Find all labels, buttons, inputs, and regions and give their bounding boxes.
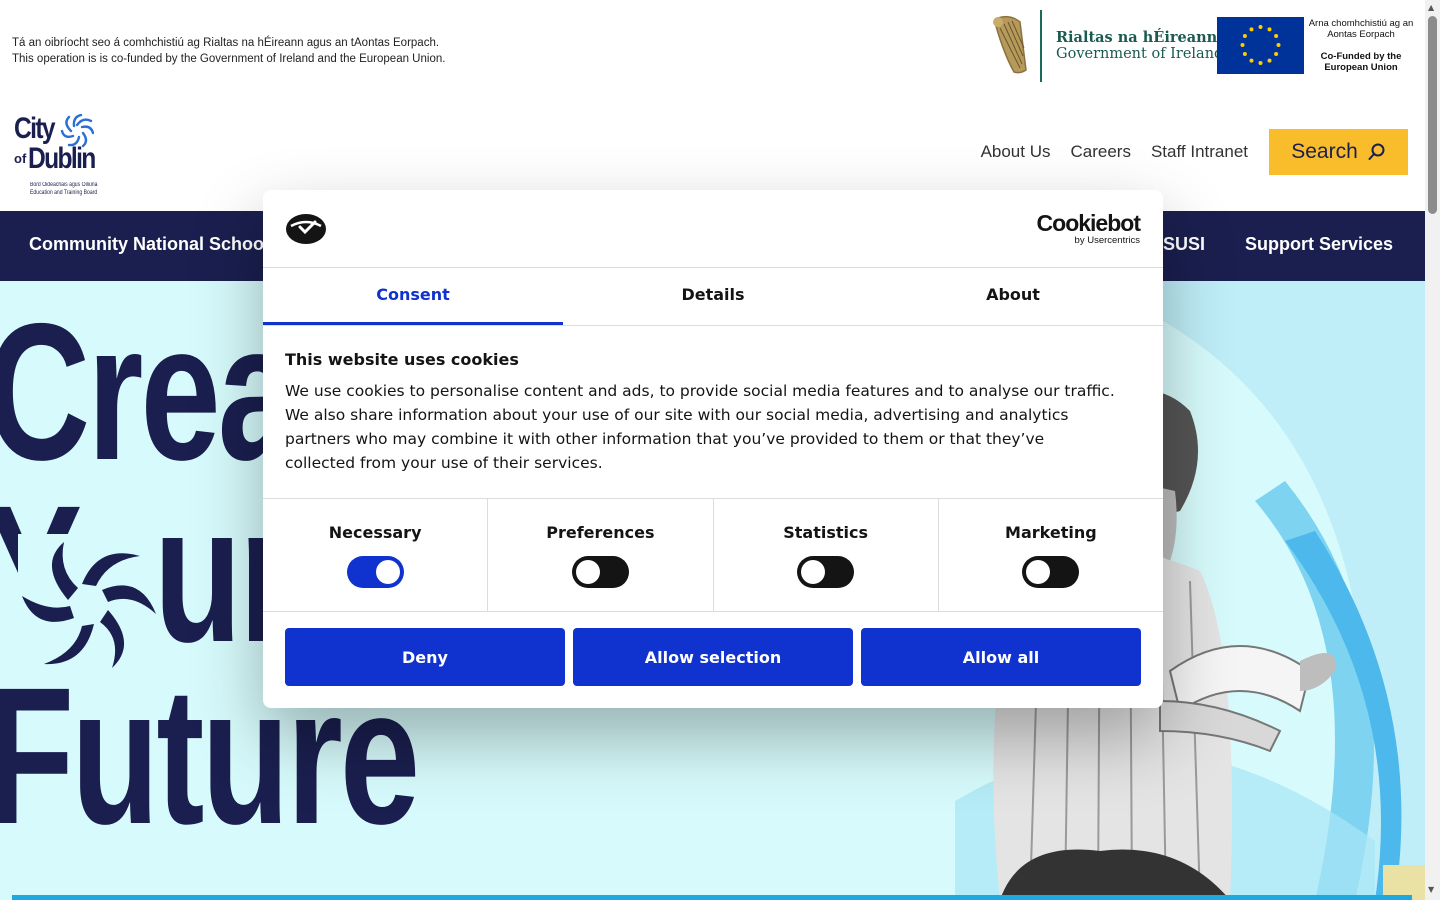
necessary-toggle[interactable] xyxy=(346,556,404,588)
funding-irish-line: Tá an oibríocht seo á comhchistiú ag Ria… xyxy=(12,37,440,49)
toggle-knob xyxy=(801,560,826,584)
logo-subtitle-english: Education and Training Board xyxy=(30,190,98,196)
page-scrollbar[interactable]: ▲ ▼ xyxy=(1425,0,1440,900)
toggle-knob xyxy=(375,560,400,584)
scroll-up-arrow-icon[interactable]: ▲ xyxy=(1428,3,1434,12)
cookie-dialog-title: This website uses cookies xyxy=(285,350,519,369)
funding-statement: Tá an oibríocht seo á comhchistiú ag Ria… xyxy=(12,35,445,67)
cookie-category-toggles: Necessary Preferences Statistics Marketi… xyxy=(263,498,1163,612)
funding-strip: Tá an oibríocht seo á comhchistiú ag Ria… xyxy=(0,0,1425,104)
allow-all-button[interactable]: Allow all xyxy=(861,628,1141,686)
funding-english-line: This operation is is co-funded by the Go… xyxy=(12,53,446,65)
harp-icon xyxy=(993,15,1027,74)
cookiebot-mark-icon xyxy=(286,214,326,244)
cookie-dialog-header: Cookiebot by Usercentrics xyxy=(263,190,1163,268)
category-necessary: Necessary xyxy=(263,499,489,611)
logo-word-city: City xyxy=(14,112,56,145)
cookie-dialog-actions: Deny Allow selection Allow all xyxy=(285,628,1141,686)
cookiebot-brand-name: Cookiebot xyxy=(1036,210,1141,236)
search-button[interactable]: Search xyxy=(1269,129,1408,175)
hero-bottom-bar xyxy=(12,895,1412,900)
cookiebot-brand-byline: by Usercentrics xyxy=(1074,235,1140,246)
cookie-dialog-description: We use cookies to personalise content an… xyxy=(285,382,1115,472)
toggle-knob xyxy=(575,560,600,584)
hero-swirl-icon xyxy=(18,534,158,674)
government-of-ireland-logo: Rialtas na hÉireann Government of Irelan… xyxy=(990,10,1223,82)
city-of-dublin-etb-logo[interactable]: City of Dublin Bord Oideachais agus Oili… xyxy=(14,114,114,202)
category-necessary-label: Necessary xyxy=(328,523,422,542)
nav-item-community-national-schools[interactable]: Community National Schools xyxy=(29,234,279,255)
about-us-link[interactable]: About Us xyxy=(981,142,1051,162)
eu-text-english: Co-Funded by the European Union xyxy=(1320,51,1402,73)
scroll-down-arrow-icon[interactable]: ▼ xyxy=(1428,885,1434,894)
cookiebot-brand[interactable]: Cookiebot by Usercentrics xyxy=(1036,210,1141,247)
allow-selection-button[interactable]: Allow selection xyxy=(573,628,853,686)
staff-intranet-link[interactable]: Staff Intranet xyxy=(1151,142,1248,162)
category-preferences: Preferences xyxy=(488,499,714,611)
eu-cofunded-text: Arna chomhchistiú ag an Aontas Eorpach C… xyxy=(1308,18,1414,73)
category-marketing-label: Marketing xyxy=(1005,523,1097,542)
logo-word-dublin: Dublin xyxy=(28,142,96,175)
category-statistics: Statistics xyxy=(714,499,939,611)
gov-name-english: Government of Ireland xyxy=(1056,46,1224,62)
careers-link[interactable]: Careers xyxy=(1071,142,1131,162)
cookie-consent-dialog: Cookiebot by Usercentrics Consent Detail… xyxy=(263,190,1163,708)
toggle-knob xyxy=(1026,560,1051,584)
gov-name-irish: Rialtas na hÉireann xyxy=(1056,29,1218,46)
top-utility-links: About Us Careers Staff Intranet xyxy=(981,142,1248,162)
cookie-dialog-body: This website uses cookies We use cookies… xyxy=(285,350,1115,475)
category-statistics-label: Statistics xyxy=(783,523,868,542)
scrollbar-thumb[interactable] xyxy=(1428,16,1437,214)
logo-subtitle: Bord Oideachais agus Oiliúna Education a… xyxy=(30,181,97,197)
nav-item-support-services[interactable]: Support Services xyxy=(1245,234,1393,255)
statistics-toggle[interactable] xyxy=(797,556,855,588)
eu-flag-icon xyxy=(1217,17,1304,74)
tab-consent[interactable]: Consent xyxy=(263,268,563,325)
eu-text-irish: Arna chomhchistiú ag an Aontas Eorpach xyxy=(1308,18,1414,40)
preferences-toggle[interactable] xyxy=(571,556,629,588)
deny-button[interactable]: Deny xyxy=(285,628,565,686)
gov-logo-divider xyxy=(1040,10,1042,82)
tab-about[interactable]: About xyxy=(863,268,1163,325)
category-preferences-label: Preferences xyxy=(546,523,655,542)
category-marketing: Marketing xyxy=(939,499,1163,611)
nav-item-susi[interactable]: SUSI xyxy=(1163,234,1205,255)
logo-subtitle-irish: Bord Oideachais agus Oiliúna xyxy=(30,182,98,188)
logo-word-of: of xyxy=(14,151,27,166)
search-button-label: Search xyxy=(1291,140,1358,163)
tab-details[interactable]: Details xyxy=(563,268,863,325)
cookie-dialog-tabs: Consent Details About xyxy=(263,268,1163,326)
search-icon xyxy=(1368,143,1385,160)
marketing-toggle[interactable] xyxy=(1022,556,1080,588)
